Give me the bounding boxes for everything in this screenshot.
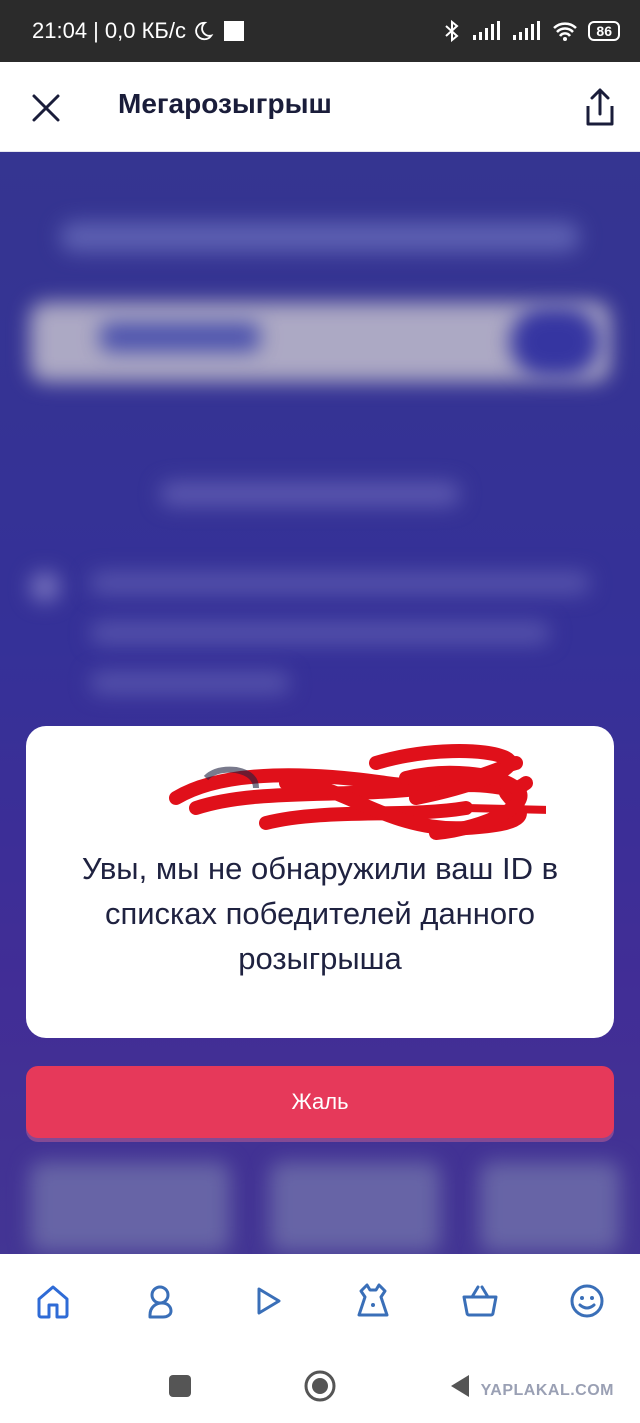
close-icon[interactable]: [26, 88, 66, 128]
smiley-icon: [570, 1284, 604, 1318]
nav-item-profile[interactable]: [564, 1278, 610, 1324]
result-modal: Увы, мы не обнаружили ваш ID в списках п…: [26, 726, 614, 1038]
modal-message: Увы, мы не обнаружили ваш ID в списках п…: [81, 851, 559, 976]
home-circle-icon[interactable]: [303, 1369, 337, 1403]
back-icon[interactable]: [447, 1373, 473, 1399]
home-icon: [37, 1285, 69, 1319]
signal-icon: [513, 21, 541, 40]
status-time: 21:04: [32, 18, 88, 43]
bottom-navigation: [0, 1254, 640, 1348]
sorry-button[interactable]: Жаль: [26, 1066, 614, 1138]
nav-item-cart[interactable]: [457, 1278, 503, 1324]
signal-icon: [473, 21, 501, 40]
play-icon: [257, 1287, 281, 1315]
sorry-button-label: Жаль: [291, 1089, 349, 1114]
dress-icon: [357, 1283, 389, 1317]
status-bar: 21:04 | 0,0 КБ/с 86: [0, 0, 640, 62]
baby-icon: [148, 1285, 173, 1319]
app-header: Мегарозыгрыш: [0, 62, 640, 152]
bluetooth-icon: [445, 19, 459, 43]
nav-item-video[interactable]: [244, 1278, 290, 1324]
nav-item-home[interactable]: [30, 1278, 76, 1324]
share-icon[interactable]: [580, 86, 620, 130]
status-network-speed: | 0,0 КБ/с: [93, 18, 186, 43]
redaction-scribble: [169, 744, 546, 840]
page-title: Мегарозыгрыш: [118, 88, 332, 119]
recent-apps-icon[interactable]: [167, 1373, 193, 1399]
nav-item-baby[interactable]: [137, 1278, 183, 1324]
basket-icon: [462, 1285, 498, 1317]
notification-square-icon: [223, 21, 244, 41]
wifi-icon: [553, 22, 578, 41]
watermark: YAPLAKAL.COM: [480, 1382, 614, 1399]
nav-item-clothes[interactable]: [350, 1278, 396, 1324]
moon-icon: [195, 21, 214, 41]
battery-icon: 86: [588, 21, 620, 41]
